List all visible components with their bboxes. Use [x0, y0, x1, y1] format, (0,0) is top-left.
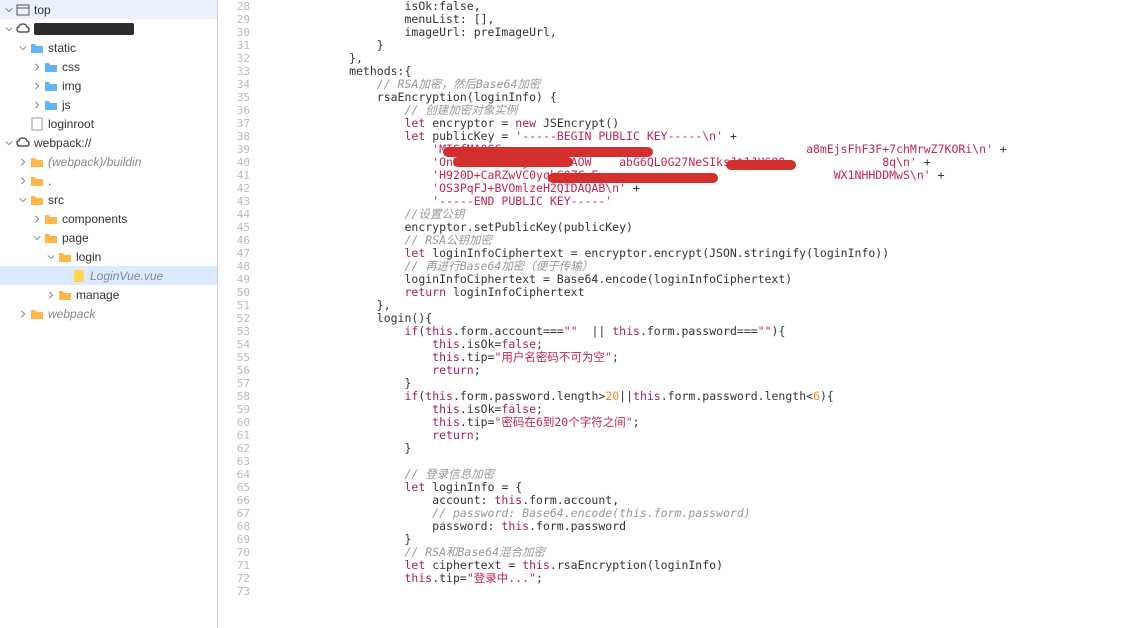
tree-item-src[interactable]: src [0, 190, 217, 209]
tree-item-top[interactable]: top [0, 0, 217, 19]
tree-item-css[interactable]: css [0, 57, 217, 76]
tree-item-js[interactable]: js [0, 95, 217, 114]
tree-label: img [62, 79, 81, 93]
redaction-mark [726, 160, 796, 170]
folder-icon [44, 60, 58, 74]
chevron-right-icon [46, 290, 56, 300]
folder-icon [30, 155, 44, 169]
redaction-mark [548, 173, 718, 183]
tree-item-page[interactable]: page [0, 228, 217, 247]
tree-label-redacted [34, 23, 134, 35]
chevron-right-icon [32, 100, 42, 110]
tree-item-static[interactable]: static [0, 38, 217, 57]
chevron-right-icon [32, 81, 42, 91]
tree-label: js [62, 98, 71, 112]
file-tree-sidebar[interactable]: top static css img js loginroot webpack:… [0, 0, 218, 628]
tree-item-login[interactable]: login [0, 247, 217, 266]
tree-label: loginroot [48, 117, 94, 131]
chevron-right-icon [32, 62, 42, 72]
tree-item-webpack2[interactable]: webpack [0, 304, 217, 323]
tree-label: page [62, 231, 89, 245]
tree-label: webpack [48, 307, 95, 321]
window-icon [16, 3, 30, 17]
tree-label: login [76, 250, 101, 264]
chevron-down-icon [32, 233, 42, 243]
folder-icon [44, 231, 58, 245]
chevron-down-icon [4, 5, 14, 15]
tree-label: . [48, 174, 51, 188]
chevron-down-icon [18, 43, 28, 53]
tree-item-loginvue[interactable]: LoginVue.vue [0, 266, 217, 285]
tree-item-loginroot[interactable]: loginroot [0, 114, 217, 133]
spacer [60, 271, 70, 281]
chevron-down-icon [4, 138, 14, 148]
tree-label: LoginVue.vue [90, 269, 163, 283]
file-icon [30, 117, 44, 131]
code-content[interactable]: isOk:false, menuList: [], imageUrl: preI… [266, 0, 1132, 628]
tree-label: src [48, 193, 64, 207]
folder-icon [30, 193, 44, 207]
folder-icon [30, 174, 44, 188]
tree-label: components [62, 212, 127, 226]
cloud-icon [16, 136, 30, 150]
folder-icon [58, 250, 72, 264]
redaction-mark [443, 147, 653, 157]
chevron-right-icon [18, 176, 28, 186]
tree-item-components[interactable]: components [0, 209, 217, 228]
code-editor[interactable]: 2829303132333435363738394041424344454647… [218, 0, 1132, 628]
tree-item-dot[interactable]: . [0, 171, 217, 190]
tree-item-manage[interactable]: manage [0, 285, 217, 304]
folder-icon [58, 288, 72, 302]
chevron-down-icon [46, 252, 56, 262]
folder-icon [30, 307, 44, 321]
tree-item-cloud[interactable] [0, 19, 217, 38]
folder-icon [44, 79, 58, 93]
tree-label: (webpack)/buildin [48, 155, 141, 169]
chevron-down-icon [4, 24, 14, 34]
chevron-right-icon [32, 214, 42, 224]
folder-icon [30, 41, 44, 55]
line-number-gutter: 2829303132333435363738394041424344454647… [218, 0, 266, 628]
tree-label: static [48, 41, 76, 55]
tree-item-img[interactable]: img [0, 76, 217, 95]
spacer [18, 119, 28, 129]
tree-label: css [62, 60, 80, 74]
cloud-icon [16, 22, 30, 36]
folder-icon [44, 212, 58, 226]
tree-item-buildin[interactable]: (webpack)/buildin [0, 152, 217, 171]
tree-label: top [34, 3, 51, 17]
chevron-right-icon [18, 309, 28, 319]
chevron-right-icon [18, 157, 28, 167]
folder-icon [44, 98, 58, 112]
chevron-down-icon [18, 195, 28, 205]
redaction-mark [453, 157, 573, 167]
tree-label: webpack:// [34, 136, 91, 150]
tree-item-webpack[interactable]: webpack:// [0, 133, 217, 152]
tree-label: manage [76, 288, 119, 302]
file-icon [72, 269, 86, 283]
